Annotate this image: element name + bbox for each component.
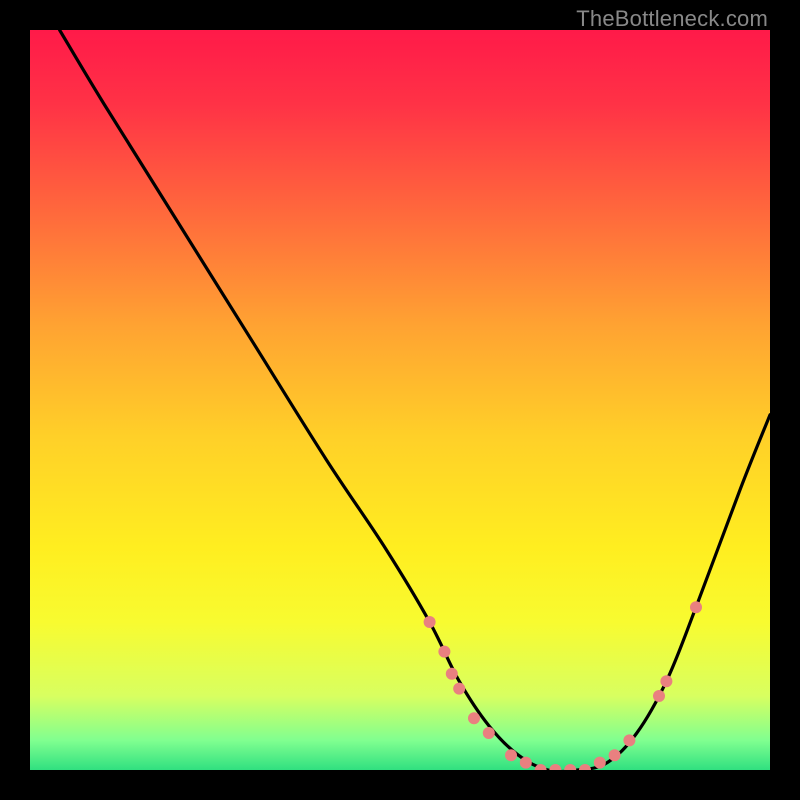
data-marker — [623, 734, 635, 746]
data-marker — [424, 616, 436, 628]
data-marker — [594, 757, 606, 769]
data-marker — [520, 757, 532, 769]
data-marker — [660, 675, 672, 687]
data-marker — [483, 727, 495, 739]
chart-frame — [30, 30, 770, 770]
attribution-text: TheBottleneck.com — [576, 6, 768, 32]
data-marker — [468, 712, 480, 724]
data-marker — [438, 646, 450, 658]
chart-background — [30, 30, 770, 770]
data-marker — [446, 668, 458, 680]
data-marker — [690, 601, 702, 613]
data-marker — [453, 683, 465, 695]
bottleneck-chart — [30, 30, 770, 770]
data-marker — [609, 749, 621, 761]
data-marker — [505, 749, 517, 761]
data-marker — [653, 690, 665, 702]
